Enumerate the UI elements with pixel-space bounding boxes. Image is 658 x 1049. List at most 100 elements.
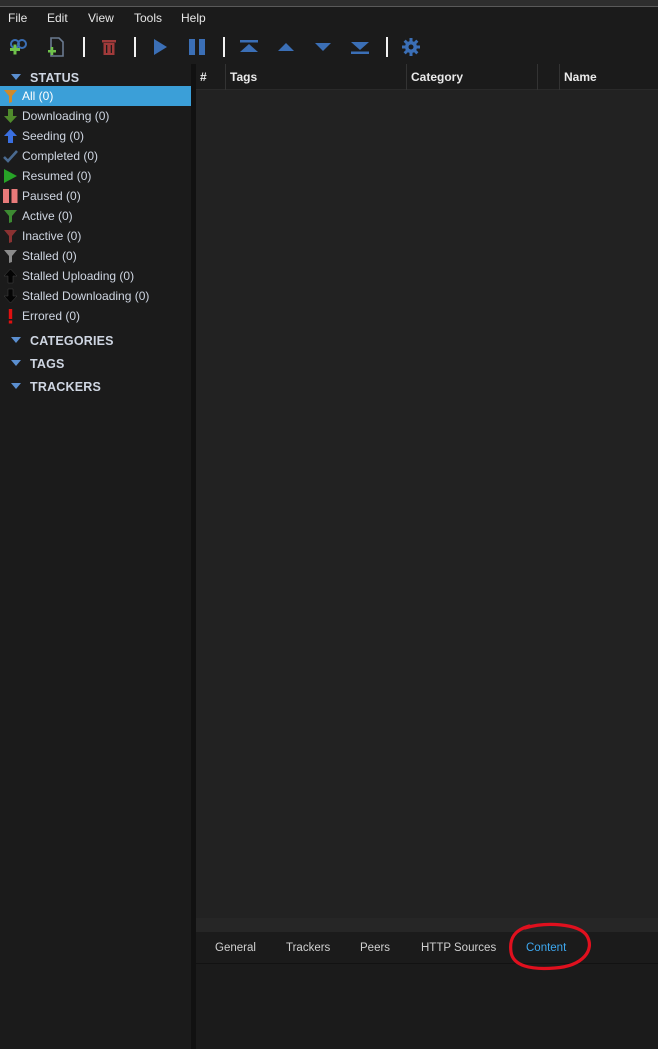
menu-bar: File Edit View Tools Help [0, 8, 658, 30]
tab-general[interactable]: General [215, 942, 256, 954]
column-separator [406, 64, 407, 90]
status-item-stalled[interactable]: Stalled (0) [0, 246, 191, 266]
delete-icon [102, 40, 116, 55]
status-item-stalled-downloading[interactable]: Stalled Downloading (0) [0, 286, 191, 306]
trackers-section-header[interactable]: TRACKERS [0, 377, 191, 397]
add-torrent-file-button[interactable] [45, 35, 69, 59]
status-item-label: Resumed (0) [22, 169, 92, 183]
status-item-inactive[interactable]: Inactive (0) [0, 226, 191, 246]
move-up-button[interactable] [274, 35, 298, 59]
status-item-label: Inactive (0) [22, 229, 82, 243]
status-item-label: Completed (0) [22, 149, 99, 163]
torrent-list-header: # Tags Category Name [196, 64, 658, 90]
move-to-bottom-button[interactable] [348, 35, 372, 59]
download-arrow-icon [4, 109, 17, 123]
properties-panel: General Trackers Peers HTTP Sources Cont… [196, 932, 658, 1049]
exclamation-icon [8, 309, 13, 324]
collapse-triangle-icon [11, 337, 21, 343]
move-to-top-icon [240, 40, 258, 52]
toolbar [0, 31, 658, 63]
status-section-header[interactable]: STATUS [0, 68, 191, 88]
tab-trackers[interactable]: Trackers [286, 942, 330, 954]
filter-icon [4, 90, 17, 103]
collapse-triangle-icon [11, 74, 21, 80]
add-torrent-link-button[interactable] [7, 35, 31, 59]
menu-tools[interactable]: Tools [134, 11, 162, 25]
tab-http-sources[interactable]: HTTP Sources [421, 942, 496, 954]
status-item-label: Active (0) [22, 209, 73, 223]
column-header-tags[interactable]: Tags [230, 70, 257, 84]
settings-button[interactable] [399, 35, 423, 59]
pause-button[interactable] [185, 35, 209, 59]
upload-arrow-icon [4, 129, 17, 143]
column-separator [559, 64, 560, 90]
filter-icon [4, 250, 17, 263]
download-arrow-icon [3, 288, 18, 304]
add-torrent-file-icon [48, 37, 64, 57]
checkmark-icon [3, 150, 18, 163]
categories-section-header[interactable]: CATEGORIES [0, 331, 191, 351]
status-item-downloading[interactable]: Downloading (0) [0, 106, 191, 126]
resume-icon [154, 39, 167, 55]
delete-button[interactable] [97, 35, 121, 59]
column-header-category[interactable]: Category [411, 70, 463, 84]
status-header-label: STATUS [30, 71, 80, 85]
sidebar: STATUS All (0) Downloading (0) Seeding (… [0, 64, 191, 1049]
status-item-label: Stalled Downloading (0) [22, 289, 150, 303]
menu-file[interactable]: File [8, 11, 27, 25]
properties-content-area [196, 964, 658, 1049]
collapse-triangle-icon [11, 360, 21, 366]
column-header-number[interactable]: # [200, 70, 207, 84]
status-item-errored[interactable]: Errored (0) [0, 306, 191, 326]
horizontal-scrollbar[interactable] [196, 918, 658, 932]
play-icon [4, 169, 17, 183]
move-down-button[interactable] [311, 35, 335, 59]
status-item-label: Paused (0) [22, 189, 81, 203]
move-down-icon [315, 43, 331, 51]
pause-icon [189, 39, 205, 55]
move-to-bottom-icon [351, 42, 369, 54]
tab-content[interactable]: Content [526, 942, 566, 954]
collapse-triangle-icon [11, 383, 21, 389]
tags-header-label: TAGS [30, 357, 65, 371]
add-torrent-link-icon [10, 39, 27, 55]
column-separator [225, 64, 226, 90]
tab-peers[interactable]: Peers [360, 942, 390, 954]
toolbar-separator [83, 37, 85, 57]
upload-arrow-icon [3, 268, 18, 284]
status-item-paused[interactable]: Paused (0) [0, 186, 191, 206]
status-item-active[interactable]: Active (0) [0, 206, 191, 226]
filter-icon [4, 230, 17, 243]
status-item-label: Downloading (0) [22, 109, 110, 123]
properties-tabs: General Trackers Peers HTTP Sources Cont… [196, 932, 658, 964]
column-header-name[interactable]: Name [564, 70, 597, 84]
tags-section-header[interactable]: TAGS [0, 354, 191, 374]
status-item-label: Stalled (0) [22, 249, 77, 263]
window-top-strip [0, 0, 658, 7]
filter-icon [4, 210, 17, 223]
pause-icon [3, 189, 18, 203]
torrent-list[interactable]: # Tags Category Name [196, 64, 658, 918]
move-to-top-button[interactable] [237, 35, 261, 59]
status-item-all[interactable]: All (0) [0, 86, 191, 106]
status-item-seeding[interactable]: Seeding (0) [0, 126, 191, 146]
status-item-label: Errored (0) [22, 309, 81, 323]
status-item-label: All (0) [22, 89, 54, 103]
status-item-completed[interactable]: Completed (0) [0, 146, 191, 166]
status-item-label: Stalled Uploading (0) [22, 269, 135, 283]
menu-view[interactable]: View [88, 11, 114, 25]
toolbar-separator [134, 37, 136, 57]
categories-header-label: CATEGORIES [30, 334, 114, 348]
status-item-resumed[interactable]: Resumed (0) [0, 166, 191, 186]
menu-edit[interactable]: Edit [47, 11, 68, 25]
resume-button[interactable] [148, 35, 172, 59]
status-item-label: Seeding (0) [22, 129, 85, 143]
toolbar-separator [223, 37, 225, 57]
move-up-icon [278, 43, 294, 51]
status-item-stalled-uploading[interactable]: Stalled Uploading (0) [0, 266, 191, 286]
menu-help[interactable]: Help [181, 11, 206, 25]
settings-gear-icon [402, 38, 420, 56]
column-separator [537, 64, 538, 90]
toolbar-separator [386, 37, 388, 57]
trackers-header-label: TRACKERS [30, 380, 102, 394]
